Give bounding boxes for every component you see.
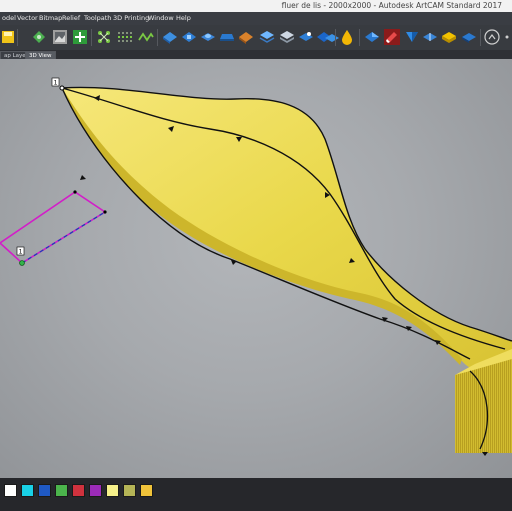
toolbar-separator	[91, 29, 92, 46]
swatch-cyan[interactable]	[21, 484, 34, 497]
3d-view-viewport[interactable]: 1 1	[0, 59, 512, 478]
eraser-icon[interactable]	[384, 29, 400, 45]
swatch-red[interactable]	[72, 484, 85, 497]
bitmap-to-vector-icon[interactable]	[31, 29, 47, 45]
swatch-gold[interactable]	[140, 484, 153, 497]
relief-smooth-icon[interactable]	[324, 29, 340, 45]
relief-sculpt-icon[interactable]	[298, 29, 314, 45]
view-tabs: ap Layer 3D View	[0, 50, 512, 60]
menu-help[interactable]: Help	[176, 12, 191, 25]
relief-layer-icon[interactable]	[259, 29, 275, 45]
swatch-white[interactable]	[4, 484, 17, 497]
relief-stack-icon[interactable]	[279, 29, 295, 45]
relief-cut-icon[interactable]	[404, 29, 420, 45]
rect-start-marker: 1	[19, 249, 23, 256]
relief-add-icon[interactable]	[181, 29, 197, 45]
relief-top-face	[62, 87, 512, 380]
menu-window[interactable]: Window	[148, 12, 174, 25]
menu-relief[interactable]: Relief	[62, 12, 80, 25]
more-icon[interactable]	[502, 29, 512, 45]
toolbar-separator	[17, 29, 18, 46]
relief-dome-icon[interactable]	[200, 29, 216, 45]
wave-icon[interactable]	[138, 29, 154, 45]
toolbar-separator	[157, 29, 158, 46]
menu-vector[interactable]: Vector	[17, 12, 38, 25]
selection-rectangle[interactable]	[0, 191, 107, 264]
vector-chain-icon[interactable]	[117, 29, 133, 45]
relief-merge-icon[interactable]	[364, 29, 380, 45]
color-swatch-bar	[0, 478, 512, 511]
relief-shape-icon[interactable]	[162, 29, 178, 45]
relief-tail-block	[455, 355, 512, 453]
node-edit-icon[interactable]	[96, 29, 112, 45]
swatch-light-yellow[interactable]	[106, 484, 119, 497]
window-title: fluer de lis - 2000x2000 - Autodesk ArtC…	[281, 1, 502, 10]
relief-flat-icon[interactable]	[461, 29, 477, 45]
relief-extrude-icon[interactable]	[219, 29, 235, 45]
vector-start-node[interactable]	[59, 85, 65, 91]
relief-slice-icon[interactable]	[422, 29, 438, 45]
toolbar-separator	[480, 29, 481, 46]
image-icon[interactable]	[52, 29, 68, 45]
vector-start-marker: 1	[54, 80, 58, 87]
toolbar-separator	[335, 29, 336, 46]
rect-node[interactable]	[103, 210, 107, 214]
menu-model[interactable]: odel	[2, 12, 16, 25]
drop-icon[interactable]	[339, 29, 355, 45]
swatch-blue[interactable]	[38, 484, 51, 497]
rect-node[interactable]	[73, 190, 77, 194]
swatch-olive[interactable]	[123, 484, 136, 497]
swatch-green[interactable]	[55, 484, 68, 497]
swatch-purple[interactable]	[89, 484, 102, 497]
menu-bitmap[interactable]: Bitmap	[39, 12, 62, 25]
relief-gold-icon[interactable]	[441, 29, 457, 45]
rect-start-node[interactable]	[19, 260, 25, 266]
artcam-window: fluer de lis - 2000x2000 - Autodesk ArtC…	[0, 0, 512, 511]
measure-icon[interactable]	[484, 29, 500, 45]
toolbar-separator	[359, 29, 360, 46]
menu-3d-printing[interactable]: 3D Printing	[113, 12, 149, 25]
save-icon[interactable]	[1, 29, 17, 45]
menu-toolpath[interactable]: Toolpath	[84, 12, 111, 25]
menu-bar: odel Vector Bitmap Relief Toolpath 3D Pr…	[0, 12, 512, 25]
add-icon[interactable]	[72, 29, 88, 45]
toolbar	[0, 25, 512, 51]
3d-scene: 1 1	[0, 77, 512, 456]
relief-bevel-icon[interactable]	[238, 29, 254, 45]
title-bar: fluer de lis - 2000x2000 - Autodesk ArtC…	[0, 0, 512, 12]
